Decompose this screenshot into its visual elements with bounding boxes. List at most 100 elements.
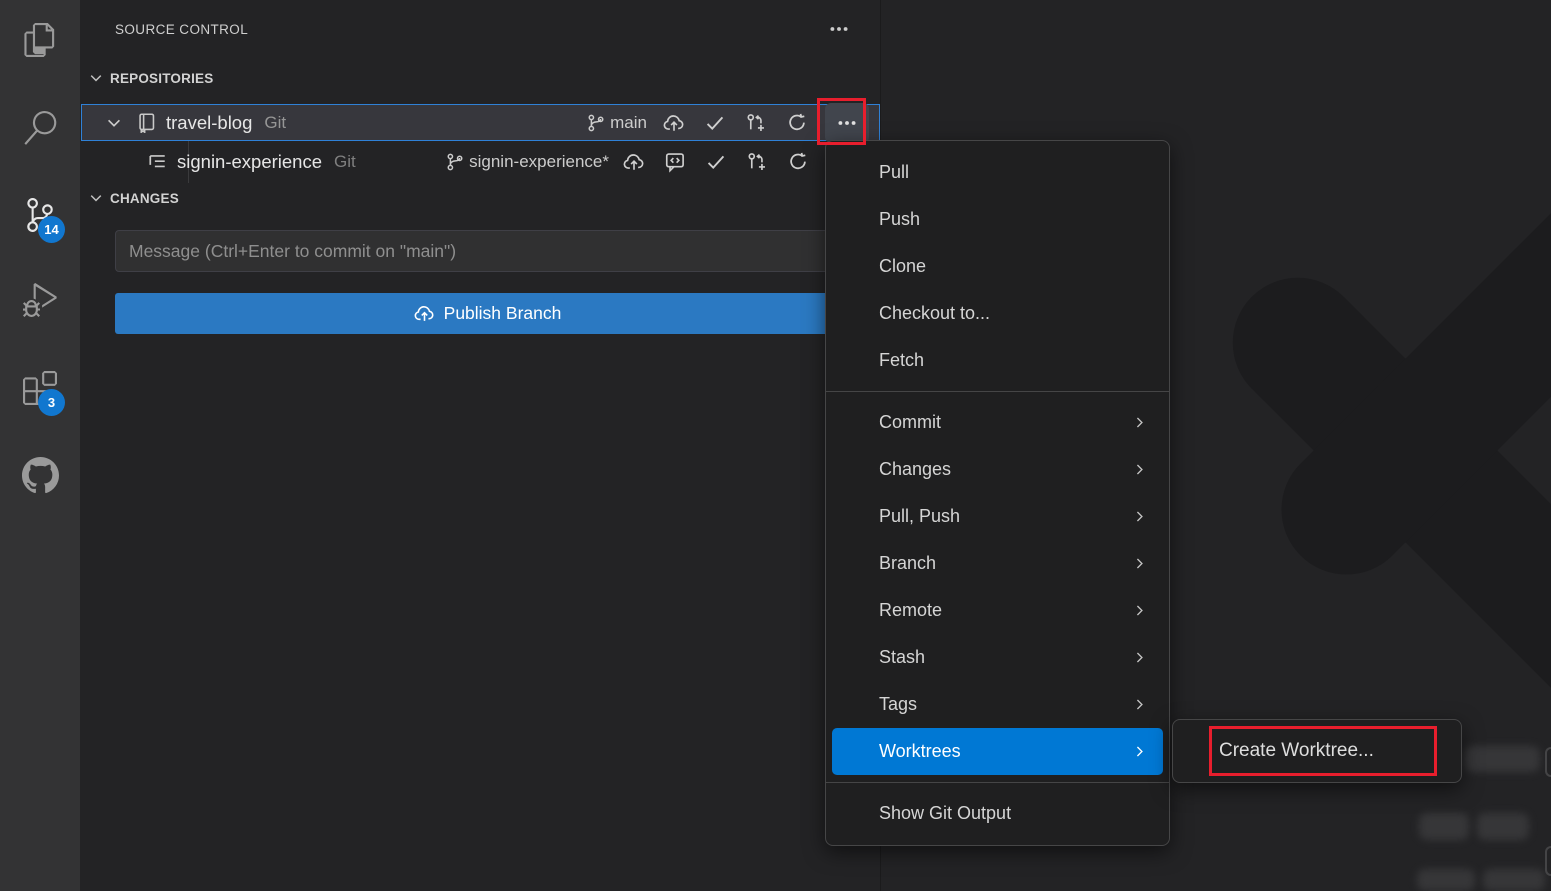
git-pull-request-create-icon xyxy=(745,112,767,134)
menu-item-push[interactable]: Push xyxy=(832,196,1163,243)
files-icon xyxy=(23,23,57,57)
cloud-upload-icon xyxy=(414,303,435,324)
menu-item-label: Pull xyxy=(879,162,909,183)
blurred-text-blob xyxy=(1464,746,1540,772)
menu-item-remote[interactable]: Remote xyxy=(832,587,1163,634)
menu-item-pull[interactable]: Pull xyxy=(832,149,1163,196)
chevron-down-icon[interactable] xyxy=(105,114,123,132)
repo-provider: Git xyxy=(334,152,356,172)
menu-item-checkout-to[interactable]: Checkout to... xyxy=(832,290,1163,337)
menu-item-label: Checkout to... xyxy=(879,303,990,324)
branch-name: signin-experience* xyxy=(469,152,609,172)
refresh-button[interactable] xyxy=(777,145,818,179)
comment-action-button[interactable] xyxy=(654,145,695,179)
menu-item-clone[interactable]: Clone xyxy=(832,243,1163,290)
menu-item-tags[interactable]: Tags xyxy=(832,681,1163,728)
changes-section-header[interactable]: CHANGES xyxy=(88,190,179,206)
panel-more-actions-button[interactable] xyxy=(824,16,854,42)
commit-action-button[interactable] xyxy=(694,106,735,140)
repo-name: travel-blog xyxy=(166,112,252,134)
create-pull-request-button[interactable] xyxy=(735,106,776,140)
sidebar-item-github[interactable] xyxy=(0,440,80,510)
sidebar-item-source-control[interactable] xyxy=(0,180,80,250)
menu-item-show-git-output[interactable]: Show Git Output xyxy=(832,790,1163,837)
chevron-down-icon xyxy=(88,70,104,86)
section-label: CHANGES xyxy=(110,191,179,206)
repo-row-signin-experience[interactable]: signin-experience Git signin-experience* xyxy=(81,141,880,183)
menu-item-pull-push[interactable]: Pull, Push xyxy=(832,493,1163,540)
menu-item-label: Tags xyxy=(879,694,917,715)
menu-item-label: Clone xyxy=(879,256,926,277)
menu-item-label: Show Git Output xyxy=(879,803,1011,824)
checkout-branch-button[interactable]: signin-experience* xyxy=(445,152,609,172)
repo-name: signin-experience xyxy=(177,151,322,173)
github-icon xyxy=(22,457,59,494)
publish-branch-label: Publish Branch xyxy=(444,303,562,324)
menu-separator xyxy=(826,391,1169,392)
git-branch-icon xyxy=(445,152,465,172)
repositories-section-header[interactable]: REPOSITORIES xyxy=(88,70,213,86)
list-tree-icon xyxy=(147,152,168,173)
menu-item-label: Changes xyxy=(879,459,951,480)
menu-item-label: Pull, Push xyxy=(879,506,960,527)
chevron-right-icon xyxy=(1132,509,1147,524)
menu-item-fetch[interactable]: Fetch xyxy=(832,337,1163,384)
checkout-branch-button[interactable]: main xyxy=(586,113,647,133)
menu-item-branch[interactable]: Branch xyxy=(832,540,1163,587)
more-actions-icon xyxy=(828,18,850,40)
sidebar-item-extensions[interactable] xyxy=(0,353,80,423)
menu-item-stash[interactable]: Stash xyxy=(832,634,1163,681)
publish-branch-button[interactable]: Publish Branch xyxy=(115,293,860,334)
menu-item-label: Remote xyxy=(879,600,942,621)
cloud-upload-icon xyxy=(663,112,685,134)
menu-item-label: Fetch xyxy=(879,350,924,371)
git-context-menu: Pull Push Clone Checkout to... Fetch Com… xyxy=(825,140,1170,846)
blurred-text-blob xyxy=(1417,869,1475,891)
vscode-window: 14 3 SOURCE CONTROL REPOSITORIES travel-… xyxy=(0,0,1551,891)
menu-item-label: Create Worktree... xyxy=(1219,740,1374,762)
menu-item-create-worktree[interactable]: Create Worktree... xyxy=(1179,726,1455,776)
repo-icon xyxy=(136,112,157,133)
menu-separator xyxy=(826,782,1169,783)
repo-more-actions-button[interactable] xyxy=(825,103,869,143)
sidebar-item-run-debug[interactable] xyxy=(0,265,80,335)
menu-item-label: Worktrees xyxy=(879,741,961,762)
branch-name: main xyxy=(610,113,647,133)
source-control-panel: SOURCE CONTROL REPOSITORIES travel-blog … xyxy=(80,0,881,891)
commit-action-button[interactable] xyxy=(695,145,736,179)
chevron-right-icon xyxy=(1132,650,1147,665)
chevron-right-icon xyxy=(1132,415,1147,430)
keycap-edge xyxy=(1545,747,1551,777)
menu-item-commit[interactable]: Commit xyxy=(832,399,1163,446)
menu-item-label: Stash xyxy=(879,647,925,668)
git-pull-request-create-icon xyxy=(746,151,768,173)
refresh-icon xyxy=(787,151,809,173)
keycap-edge xyxy=(1545,846,1551,876)
publish-action-button[interactable] xyxy=(653,106,694,140)
check-icon xyxy=(704,112,726,134)
refresh-button[interactable] xyxy=(776,106,817,140)
blurred-text-blob xyxy=(1483,869,1545,891)
refresh-icon xyxy=(786,112,808,134)
more-actions-icon xyxy=(836,112,858,134)
search-icon xyxy=(23,111,57,145)
comment-code-icon xyxy=(664,151,686,173)
sidebar-item-search[interactable] xyxy=(0,93,80,163)
menu-item-label: Commit xyxy=(879,412,941,433)
menu-item-label: Branch xyxy=(879,553,936,574)
chevron-down-icon xyxy=(88,190,104,206)
commit-message-input[interactable] xyxy=(115,230,860,272)
cloud-upload-icon xyxy=(623,151,645,173)
publish-action-button[interactable] xyxy=(613,145,654,179)
create-pull-request-button[interactable] xyxy=(736,145,777,179)
menu-item-changes[interactable]: Changes xyxy=(832,446,1163,493)
extensions-badge: 3 xyxy=(38,389,65,416)
panel-title: SOURCE CONTROL xyxy=(115,22,248,37)
menu-item-label: Push xyxy=(879,209,920,230)
blurred-text-blob xyxy=(1477,813,1529,840)
chevron-right-icon xyxy=(1132,603,1147,618)
repo-row-travel-blog[interactable]: travel-blog Git main xyxy=(81,104,880,141)
chevron-right-icon xyxy=(1132,556,1147,571)
menu-item-worktrees[interactable]: Worktrees xyxy=(832,728,1163,775)
sidebar-item-explorer[interactable] xyxy=(0,5,80,75)
